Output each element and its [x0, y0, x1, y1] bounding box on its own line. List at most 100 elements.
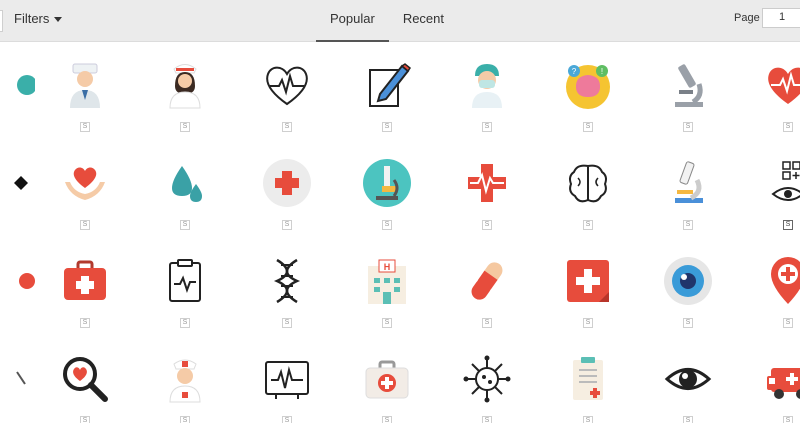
icon-tile[interactable]: S — [352, 158, 422, 248]
ambulance-icon — [763, 354, 800, 404]
svg-text:?: ? — [572, 67, 577, 76]
edge-icon-red[interactable] — [0, 256, 35, 346]
svg-text:!: ! — [601, 67, 603, 76]
premium-badge: S — [583, 318, 593, 328]
icon-tile[interactable]: S — [753, 158, 800, 248]
nurse-icon — [160, 60, 210, 110]
page-label: Page — [734, 12, 760, 24]
filters-label: Filters — [14, 11, 50, 26]
icon-tile[interactable]: S — [150, 354, 220, 423]
microscope-circle-icon — [362, 158, 412, 208]
lab-microscope-icon — [663, 158, 713, 208]
premium-badge: S — [482, 416, 492, 423]
premium-badge: S — [382, 220, 392, 230]
edge-icon-line-graphic — [0, 354, 26, 404]
icon-tile[interactable]: S — [553, 256, 623, 346]
care-heart-icon — [60, 158, 110, 208]
edge-icon-diamond[interactable] — [0, 158, 35, 248]
icon-tile[interactable]: S — [352, 60, 422, 150]
premium-badge: S — [683, 122, 693, 132]
premium-badge: S — [683, 318, 693, 328]
brain-outline-icon — [563, 158, 613, 208]
premium-badge: S — [583, 416, 593, 423]
hospital-icon: H — [362, 256, 412, 306]
prescription-pen-icon — [362, 60, 412, 110]
icon-tile[interactable]: S — [753, 354, 800, 423]
blood-drops-icon — [160, 158, 210, 208]
tab-recent[interactable]: Recent — [389, 0, 458, 42]
eye-outline-icon — [663, 354, 713, 404]
premium-badge: S — [583, 122, 593, 132]
icon-tile[interactable]: HS — [352, 256, 422, 346]
icon-tile[interactable]: S — [452, 256, 522, 346]
heart-monitor-icon — [763, 60, 800, 110]
icon-tile[interactable]: S — [50, 60, 120, 150]
icon-tile[interactable]: S — [452, 158, 522, 248]
edge-icon-teal-graphic — [0, 60, 37, 110]
nurse-cap-icon — [160, 354, 210, 404]
icon-tile[interactable]: S — [150, 256, 220, 346]
premium-badge: S — [482, 220, 492, 230]
icon-tile[interactable]: S — [50, 256, 120, 346]
eyeball-icon — [663, 256, 713, 306]
icon-tile[interactable]: S — [50, 354, 120, 423]
icon-tile[interactable]: S — [452, 60, 522, 150]
icon-tile[interactable]: S — [252, 256, 322, 346]
edge-icon-red-graphic — [0, 256, 35, 306]
premium-badge: S — [583, 220, 593, 230]
ecg-monitor-icon — [262, 354, 312, 404]
caret-down-icon — [54, 16, 63, 22]
location-pin-icon — [763, 256, 800, 306]
premium-badge: S — [180, 122, 190, 132]
dna-icon — [262, 256, 312, 306]
eye-grid-icon — [763, 158, 800, 208]
icon-tile[interactable]: S — [653, 60, 723, 150]
top-toolbar: Filters Popular Recent Page 1 — [0, 0, 800, 42]
icon-tile[interactable]: S — [753, 256, 800, 346]
premium-badge: S — [180, 318, 190, 328]
premium-badge: S — [683, 416, 693, 423]
icon-tile[interactable]: S — [753, 60, 800, 150]
medical-cross-icon — [262, 158, 312, 208]
icon-tile[interactable]: S — [653, 354, 723, 423]
premium-badge: S — [482, 318, 492, 328]
icon-tile[interactable]: S — [653, 256, 723, 346]
brain-icon: ?! — [563, 60, 613, 110]
premium-badge: S — [783, 416, 793, 423]
premium-badge: S — [783, 122, 793, 132]
icon-tile[interactable]: S — [252, 354, 322, 423]
premium-badge: S — [180, 220, 190, 230]
icon-tile[interactable]: S — [653, 158, 723, 248]
premium-badge: S — [482, 122, 492, 132]
virus-icon — [462, 354, 512, 404]
first-aid-kit-icon — [60, 256, 110, 306]
icon-tile[interactable]: S — [452, 354, 522, 423]
premium-badge: S — [382, 416, 392, 423]
icon-tile[interactable]: S — [150, 60, 220, 150]
edge-icon-line[interactable] — [0, 354, 35, 423]
premium-badge: S — [282, 318, 292, 328]
filters-dropdown[interactable]: Filters — [14, 11, 63, 26]
tab-popular[interactable]: Popular — [316, 0, 389, 42]
icon-grid: S S S S S?! S S S S S S S S S S S S S S H S S S S S S S S S S S S S — [0, 42, 800, 423]
microscope-icon — [663, 60, 713, 110]
icon-tile[interactable]: S — [252, 158, 322, 248]
pill-capsule-icon — [462, 256, 512, 306]
icon-tile[interactable]: S — [553, 354, 623, 423]
icon-tile[interactable]: S — [150, 158, 220, 248]
sort-tabs: Popular Recent — [316, 0, 458, 42]
edge-icon-diamond-graphic — [0, 158, 28, 208]
icon-tile[interactable]: S — [50, 158, 120, 248]
premium-badge: S — [180, 416, 190, 423]
icon-tile[interactable]: ?! S — [553, 60, 623, 150]
left-edge-handle — [0, 10, 3, 32]
clipboard-pulse-icon — [160, 256, 210, 306]
premium-badge: S — [382, 318, 392, 328]
surgeon-icon — [462, 60, 512, 110]
edge-icon-teal[interactable] — [0, 60, 37, 150]
page-number-input[interactable]: 1 — [762, 8, 800, 28]
icon-tile[interactable]: S — [352, 354, 422, 423]
icon-tile[interactable]: S — [553, 158, 623, 248]
medical-note-icon — [563, 256, 613, 306]
icon-tile[interactable]: S — [252, 60, 322, 150]
